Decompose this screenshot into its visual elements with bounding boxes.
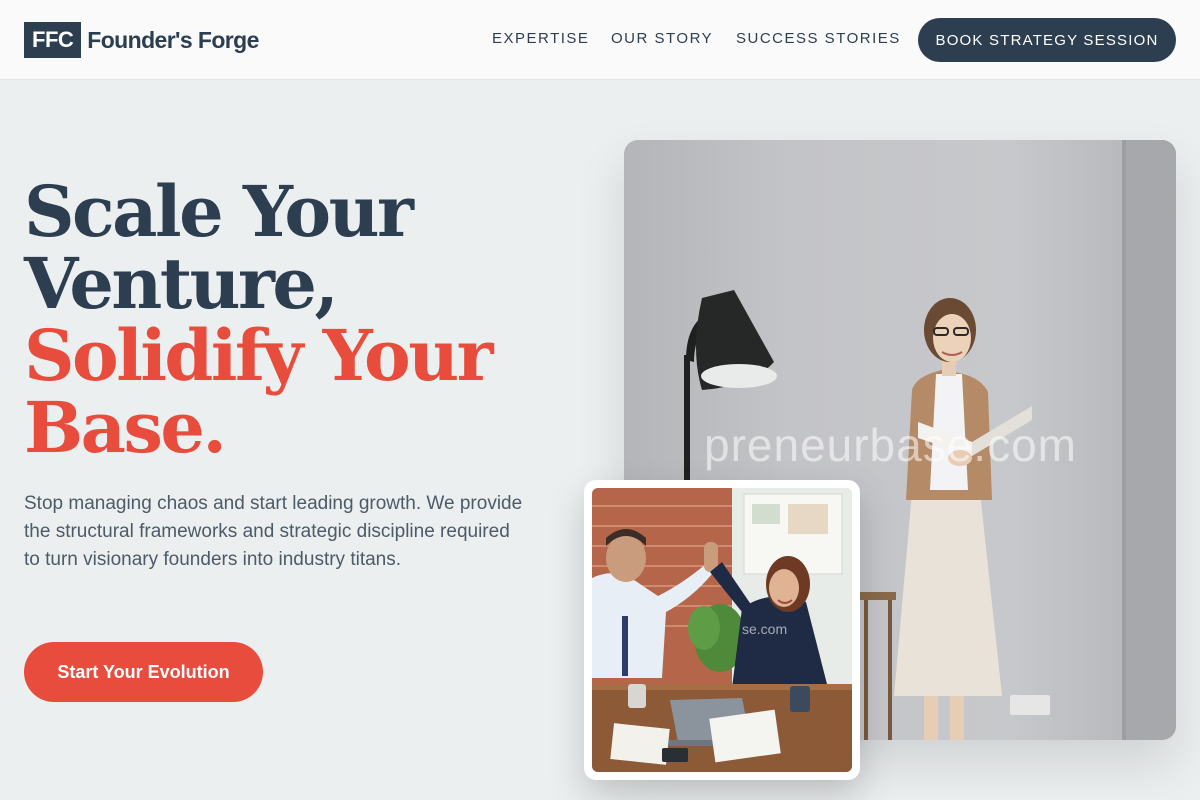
- hero-inset-photo: se.com: [592, 488, 852, 772]
- book-strategy-session-button[interactable]: BOOK STRATEGY SESSION: [918, 18, 1176, 62]
- headline-line-3: Solidify Your: [24, 314, 493, 397]
- brand-logo[interactable]: FFC Founder's Forge: [24, 22, 259, 58]
- hero-headline: Scale Your Venture, Solidify Your Base.: [24, 176, 584, 464]
- main-photo-watermark: preneurbase.com: [704, 419, 1077, 471]
- logo-mark: FFC: [24, 22, 82, 58]
- start-your-evolution-button[interactable]: Start Your Evolution: [24, 642, 263, 702]
- headline-line-2: Venture,: [24, 242, 339, 325]
- nav-link-success-stories[interactable]: SUCCESS STORIES: [736, 30, 901, 47]
- inset-photo-watermark: se.com: [742, 621, 788, 637]
- hero-inset-photo-frame: se.com: [584, 480, 860, 780]
- hero-description: Stop managing chaos and start leading gr…: [24, 493, 523, 570]
- headline-line-4: Base.: [24, 386, 227, 469]
- nav-link-our-story[interactable]: OUR STORY: [611, 30, 713, 47]
- nav-link-expertise[interactable]: EXPERTISE: [492, 30, 589, 47]
- site-header: FFC Founder's Forge EXPERTISE OUR STORY …: [0, 0, 1200, 80]
- inset-photo-illustration: [592, 488, 852, 772]
- logo-text: Founder's Forge: [87, 26, 259, 53]
- headline-line-1: Scale Your: [24, 170, 414, 253]
